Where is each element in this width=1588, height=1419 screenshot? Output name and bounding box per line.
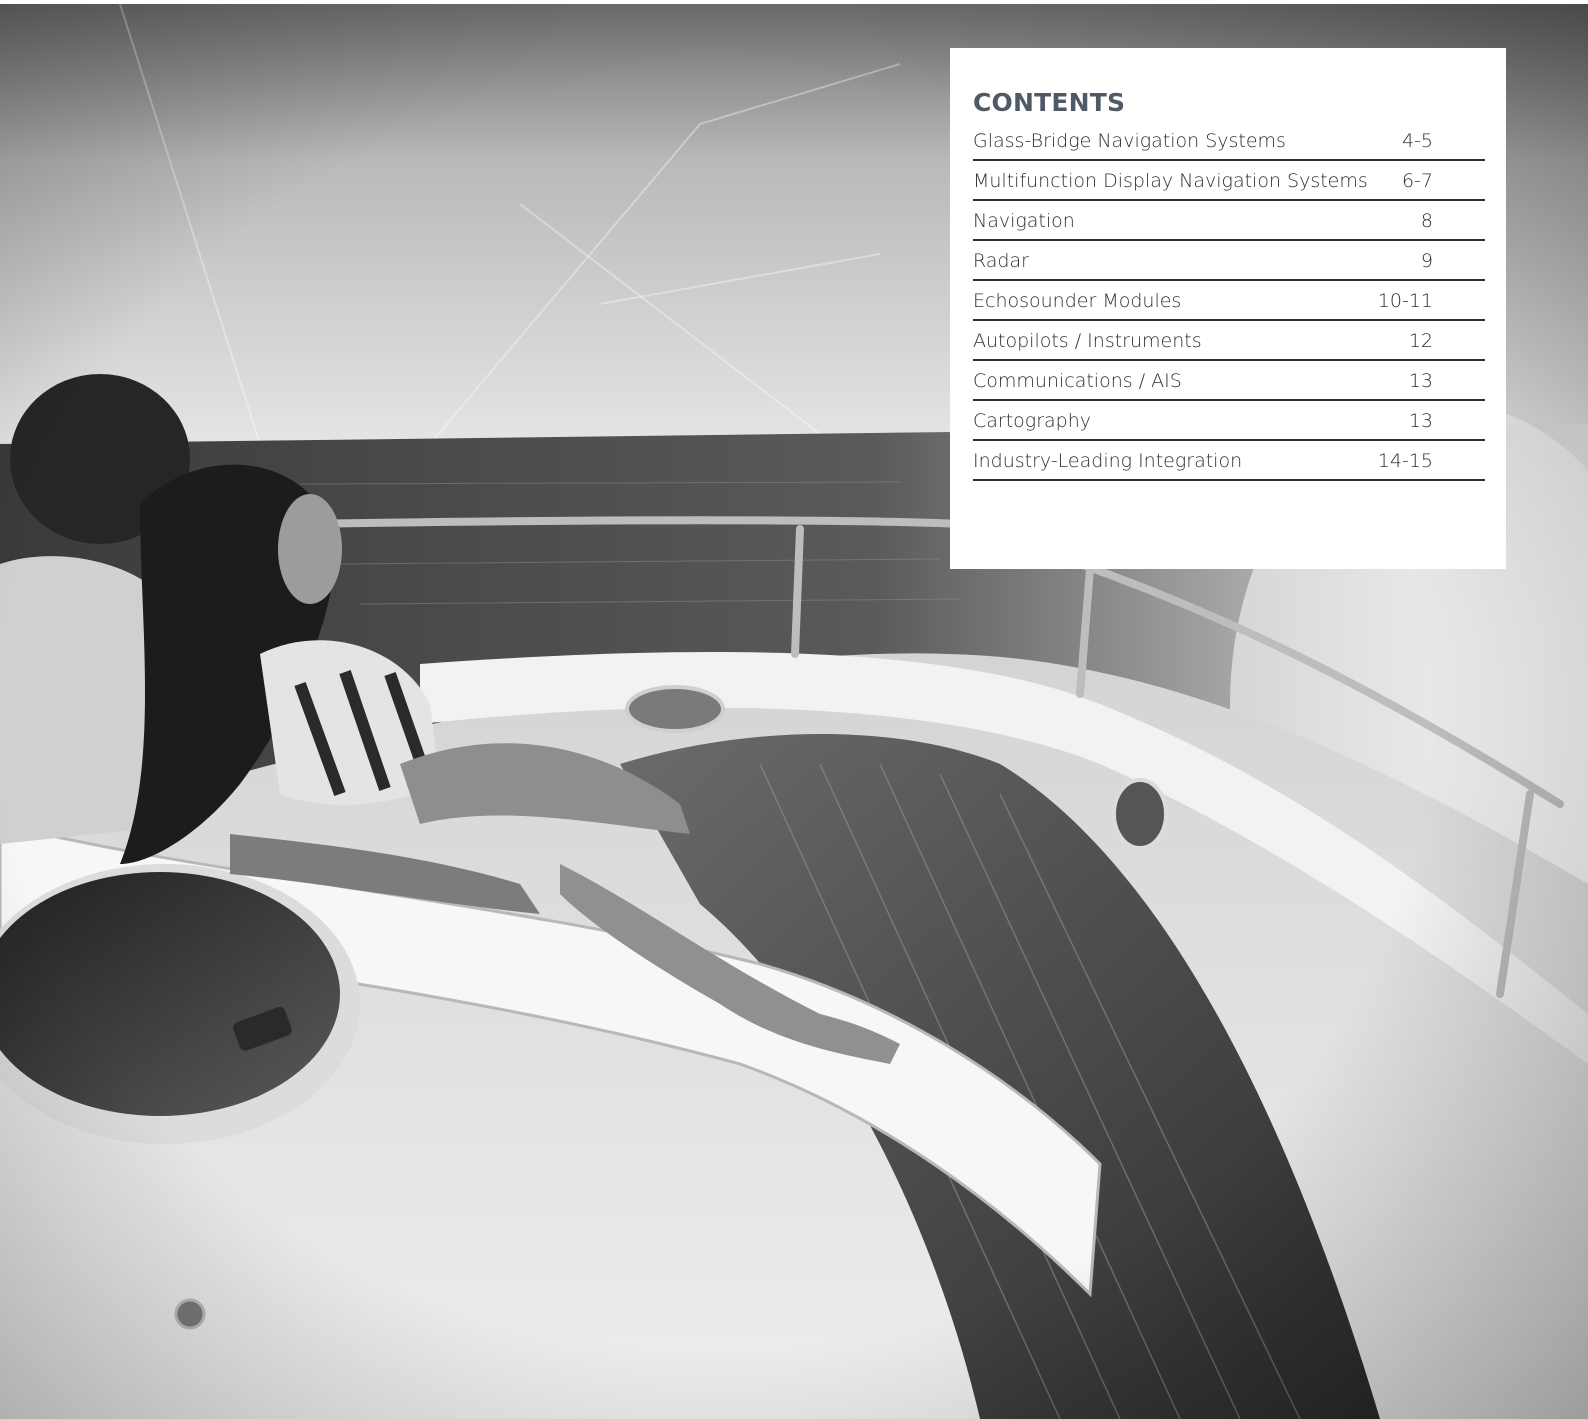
toc-item-title: Radar xyxy=(973,250,1029,272)
toc-item-title: Glass-Bridge Navigation Systems xyxy=(973,130,1286,152)
toc-item-title: Multifunction Display Navigation Systems xyxy=(973,170,1368,192)
toc-item[interactable]: Multifunction Display Navigation Systems… xyxy=(973,161,1485,201)
toc-item[interactable]: Echosounder Modules 10-11 xyxy=(973,281,1485,321)
toc-item-title: Echosounder Modules xyxy=(973,290,1182,312)
toc-item-title: Communications / AIS xyxy=(973,370,1182,392)
toc-item[interactable]: Radar 9 xyxy=(973,241,1485,281)
toc-item-title: Navigation xyxy=(973,210,1075,232)
toc-item[interactable]: Autopilots / Instruments 12 xyxy=(973,321,1485,361)
toc-item-pages: 4-5 xyxy=(1401,130,1433,152)
toc-item-title: Autopilots / Instruments xyxy=(973,330,1202,352)
toc-item[interactable]: Industry-Leading Integration 14-15 xyxy=(973,441,1485,481)
toc-item[interactable]: Glass-Bridge Navigation Systems 4-5 xyxy=(973,125,1485,161)
toc-item-pages: 12 xyxy=(1408,330,1433,352)
contents-panel: CONTENTS Glass-Bridge Navigation Systems… xyxy=(950,48,1506,569)
toc-item[interactable]: Communications / AIS 13 xyxy=(973,361,1485,401)
toc-item-pages: 14-15 xyxy=(1377,450,1433,472)
toc-item[interactable]: Cartography 13 xyxy=(973,401,1485,441)
toc-item-pages: 8 xyxy=(1420,210,1433,232)
toc-item-pages: 13 xyxy=(1408,410,1433,432)
brochure-page: CONTENTS Glass-Bridge Navigation Systems… xyxy=(0,0,1588,1419)
toc-item[interactable]: Navigation 8 xyxy=(973,201,1485,241)
toc-item-title: Industry-Leading Integration xyxy=(973,450,1243,472)
toc-item-pages: 6-7 xyxy=(1401,170,1433,192)
toc-item-pages: 9 xyxy=(1420,250,1433,272)
contents-list: Glass-Bridge Navigation Systems 4-5 Mult… xyxy=(973,125,1485,481)
contents-heading: CONTENTS xyxy=(973,88,1126,117)
toc-item-pages: 10-11 xyxy=(1377,290,1433,312)
toc-item-pages: 13 xyxy=(1408,370,1433,392)
toc-item-title: Cartography xyxy=(973,410,1091,432)
